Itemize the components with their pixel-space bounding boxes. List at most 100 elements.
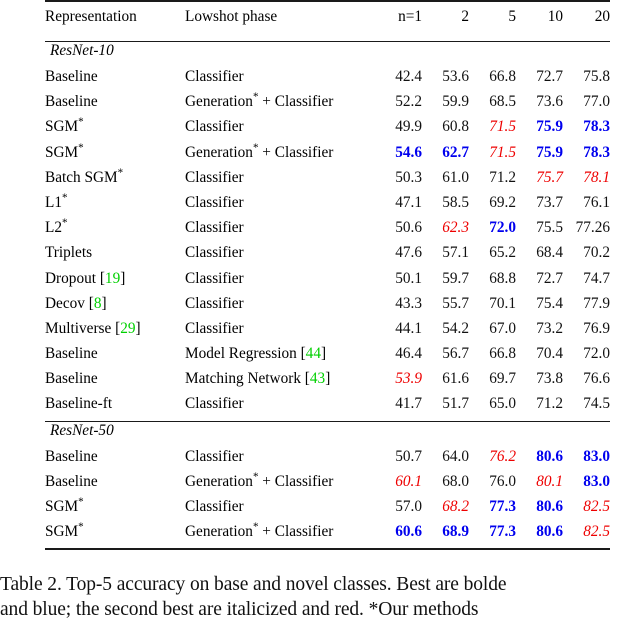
cell-accuracy: 72.0 xyxy=(563,345,610,370)
accuracy-value-plain: 43.3 xyxy=(395,294,422,312)
accuracy-value-plain: 76.1 xyxy=(583,193,610,211)
cell-accuracy: 75.5 xyxy=(516,219,563,244)
cell-accuracy: 77.26 xyxy=(563,219,610,244)
cell-lowshot-phase: Generation* + Classifier xyxy=(185,470,334,490)
table-row: L1* Classifier 47.1 58.5 69.2 73.7 76.1 xyxy=(45,192,610,219)
cell-accuracy: 75.7 xyxy=(516,169,563,194)
accuracy-value-plain: 69.2 xyxy=(489,193,516,211)
accuracy-value-plain: 70.1 xyxy=(489,294,516,312)
accuracy-value-plain: 41.7 xyxy=(395,395,422,413)
spacer-cell xyxy=(563,1,610,8)
results-table-container: Representation Lowshot phase n=1 2 5 10 20 ResN… xyxy=(45,0,610,550)
section-header-row: ResNet-50 xyxy=(45,421,610,448)
caption-line-2: and blue; the second best are italicized… xyxy=(0,599,479,620)
cell-accuracy: 72.0 xyxy=(469,219,516,244)
cell-accuracy: 70.4 xyxy=(516,345,563,370)
cell-lowshot-phase: Classifier xyxy=(185,498,244,515)
cell-accuracy: 73.7 xyxy=(516,194,563,219)
accuracy-value-best: 80.6 xyxy=(536,498,563,515)
cell-lowshot-phase: Generation* + Classifier xyxy=(185,91,334,111)
cell-accuracy: 69.2 xyxy=(469,194,516,219)
cell-accuracy: 53.6 xyxy=(422,68,469,93)
accuracy-value-best: 72.0 xyxy=(489,219,516,237)
accuracy-value-plain: 57.1 xyxy=(442,244,469,262)
cell-representation: Baseline xyxy=(45,68,98,85)
citation-reference[interactable]: 29 xyxy=(120,320,135,337)
table-row: Baseline Matching Network [43] 53.9 61.6 69.… xyxy=(45,370,610,395)
cell-accuracy: 50.3 xyxy=(375,169,422,194)
cell-accuracy: 70.2 xyxy=(563,244,610,269)
cell-lowshot-phase: Classifier xyxy=(185,395,244,413)
cell-accuracy: 46.4 xyxy=(375,345,422,370)
accuracy-value-second: 62.3 xyxy=(442,219,469,237)
accuracy-value-plain: 73.8 xyxy=(536,370,563,388)
cell-accuracy: 65.0 xyxy=(469,395,516,421)
cell-accuracy: 76.2 xyxy=(469,448,516,473)
accuracy-value-best: 75.9 xyxy=(536,118,563,136)
cell-accuracy: 70.1 xyxy=(469,295,516,320)
cell-accuracy: 68.4 xyxy=(516,244,563,269)
cell-accuracy: 73.6 xyxy=(516,93,563,118)
accuracy-value-best: 62.7 xyxy=(442,143,469,161)
spacer-cell xyxy=(375,1,422,8)
table-row: Baseline Generation* + Classifier 60.1 68.0… xyxy=(45,470,610,498)
column-header-shots-10: 10 xyxy=(547,8,563,25)
spacer-cell xyxy=(422,1,469,8)
accuracy-value-second: 53.9 xyxy=(395,370,422,388)
accuracy-value-plain: 47.1 xyxy=(395,193,422,211)
citation-reference[interactable]: 43 xyxy=(310,370,325,387)
accuracy-value-plain: 49.9 xyxy=(395,118,422,136)
cell-lowshot-phase: Classifier xyxy=(185,447,244,465)
table-row: Baseline Generation* + Classifier 52.2 59.9… xyxy=(45,91,610,118)
accuracy-value-plain: 74.5 xyxy=(583,395,610,413)
cell-accuracy: 75.9 xyxy=(516,118,563,143)
asterisk-marker: * xyxy=(78,141,84,154)
citation-reference[interactable]: 44 xyxy=(306,345,321,362)
cell-accuracy: 68.0 xyxy=(422,473,469,498)
citation-reference[interactable]: 8 xyxy=(94,295,102,312)
cell-accuracy: 80.6 xyxy=(516,448,563,473)
cell-representation: Multiverse [29] xyxy=(45,319,141,337)
cell-accuracy: 78.3 xyxy=(563,144,610,169)
accuracy-value-best: 78.3 xyxy=(583,143,610,161)
cell-accuracy: 71.2 xyxy=(516,395,563,421)
accuracy-value-plain: 54.2 xyxy=(442,319,469,337)
asterisk-marker: * xyxy=(62,217,68,230)
cell-accuracy: 54.6 xyxy=(375,144,422,169)
spacer-cell xyxy=(45,1,185,8)
table-row: Baseline Model Regression [44] 46.4 56.7 66.… xyxy=(45,345,610,370)
cell-lowshot-phase: Classifier xyxy=(185,219,244,237)
cell-accuracy: 71.2 xyxy=(469,169,516,194)
cell-accuracy: 72.7 xyxy=(516,270,563,295)
accuracy-value-best: 83.0 xyxy=(583,472,610,490)
column-header-shots-2: 2 xyxy=(461,8,469,25)
accuracy-value-best: 75.9 xyxy=(536,143,563,161)
cell-accuracy: 65.2 xyxy=(469,244,516,269)
accuracy-value-plain: 46.4 xyxy=(395,345,422,363)
accuracy-value-plain: 67.0 xyxy=(489,319,516,337)
cell-accuracy: 47.1 xyxy=(375,194,422,219)
accuracy-value-plain: 77.26 xyxy=(575,219,610,237)
accuracy-value-plain: 76.6 xyxy=(583,370,610,388)
accuracy-value-plain: 71.2 xyxy=(536,395,563,413)
table-row: Triplets Classifier 47.6 57.1 65.2 68.4 70.2 xyxy=(45,244,610,269)
cell-representation: Baseline xyxy=(45,345,98,363)
citation-reference[interactable]: 19 xyxy=(105,270,120,287)
accuracy-value-best: 77.3 xyxy=(489,498,516,515)
accuracy-value-plain: 64.0 xyxy=(442,447,469,465)
cell-accuracy: 41.7 xyxy=(375,395,422,421)
accuracy-value-plain: 53.6 xyxy=(442,68,469,85)
accuracy-value-best: 60.6 xyxy=(395,523,422,541)
accuracy-value-best: 68.9 xyxy=(442,523,469,541)
cell-lowshot-phase: Classifier xyxy=(185,244,244,262)
cell-accuracy: 80.1 xyxy=(516,473,563,498)
cell-accuracy: 83.0 xyxy=(563,448,610,473)
cell-accuracy: 54.2 xyxy=(422,320,469,345)
accuracy-value-plain: 42.4 xyxy=(395,68,422,85)
cell-accuracy: 74.7 xyxy=(563,270,610,295)
accuracy-value-plain: 76.9 xyxy=(583,319,610,337)
cell-accuracy: 76.9 xyxy=(563,320,610,345)
accuracy-value-best: 80.6 xyxy=(536,523,563,541)
accuracy-value-plain: 74.7 xyxy=(583,269,610,287)
cell-accuracy: 47.6 xyxy=(375,244,422,269)
